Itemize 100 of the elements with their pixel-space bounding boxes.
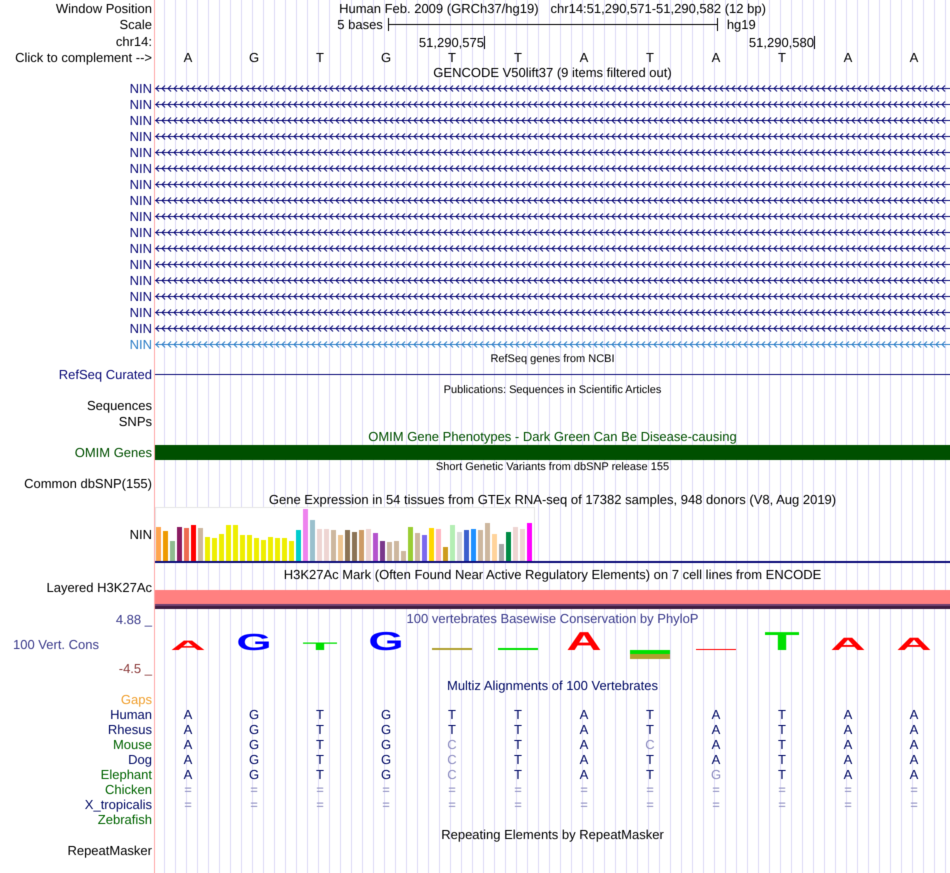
sequence-base[interactable]: A bbox=[712, 50, 720, 65]
aligned-base: = bbox=[712, 782, 720, 797]
aligned-base: = bbox=[844, 797, 852, 812]
aligned-base: A bbox=[910, 737, 918, 752]
track-label[interactable]: NIN bbox=[130, 208, 152, 224]
aligned-base: T bbox=[778, 737, 786, 752]
expression-bar bbox=[324, 529, 329, 561]
aligned-base: = bbox=[316, 797, 324, 812]
aligned-base: = bbox=[184, 797, 192, 812]
sequence-base[interactable]: A bbox=[910, 50, 918, 65]
track-label[interactable]: SNPs bbox=[118, 414, 152, 428]
axis-max-label: 4.88 _ bbox=[116, 612, 152, 627]
aligned-base: A bbox=[712, 737, 720, 752]
track-label[interactable]: NIN bbox=[130, 160, 152, 176]
aligned-base: A bbox=[910, 767, 918, 782]
sequence-base[interactable]: G bbox=[380, 50, 392, 65]
expression-bar bbox=[226, 525, 231, 561]
track-label[interactable]: OMIM Genes bbox=[74, 444, 152, 460]
track-label[interactable]: NIN bbox=[130, 526, 152, 542]
track-label[interactable]: Sequences bbox=[86, 398, 152, 413]
aligned-base: A bbox=[580, 752, 588, 767]
track-label[interactable]: NIN bbox=[130, 272, 152, 288]
sequence-base[interactable]: A bbox=[844, 50, 852, 65]
species-label[interactable]: Elephant bbox=[100, 767, 152, 782]
aligned-base: T bbox=[778, 722, 786, 737]
sequence-base[interactable]: T bbox=[646, 50, 654, 65]
expression-bar bbox=[408, 527, 413, 561]
track-label[interactable]: NIN bbox=[130, 336, 152, 352]
aligned-base: A bbox=[910, 722, 918, 737]
expression-bar bbox=[415, 533, 420, 561]
aligned-base: = bbox=[448, 797, 456, 812]
assembly-label: hg19 bbox=[726, 16, 756, 32]
expression-bar bbox=[247, 535, 252, 561]
aligned-base: A bbox=[184, 767, 192, 782]
aligned-base: T bbox=[646, 722, 654, 737]
aligned-base: G bbox=[248, 737, 260, 752]
aligned-base: T bbox=[448, 722, 456, 737]
aligned-base: T bbox=[514, 707, 522, 722]
track-title: RefSeq genes from NCBI bbox=[490, 352, 615, 366]
expression-bar bbox=[485, 523, 490, 561]
sequence-base[interactable]: T bbox=[514, 50, 522, 65]
track-label[interactable]: NIN bbox=[130, 128, 152, 144]
track-label[interactable]: NIN bbox=[130, 192, 152, 208]
aligned-base: T bbox=[778, 767, 786, 782]
aligned-base: T bbox=[646, 752, 654, 767]
species-label[interactable]: Mouse bbox=[112, 737, 152, 752]
aligned-base: G bbox=[380, 707, 392, 722]
expression-bar bbox=[219, 534, 224, 561]
expression-bar bbox=[184, 528, 189, 561]
sequence-base[interactable]: T bbox=[448, 50, 456, 65]
track-label[interactable]: RefSeq Curated bbox=[58, 366, 152, 382]
aligned-base: C bbox=[447, 737, 457, 752]
track-label[interactable]: NIN bbox=[130, 256, 152, 272]
track-label[interactable]: 100 Vert. Cons bbox=[0, 636, 99, 652]
aligned-base: A bbox=[580, 707, 588, 722]
aligned-base: = bbox=[448, 782, 456, 797]
aligned-base: = bbox=[646, 797, 654, 812]
track-label[interactable]: RepeatMasker bbox=[67, 842, 152, 858]
sequence-base[interactable]: A bbox=[184, 50, 192, 65]
ruler-tick bbox=[814, 36, 815, 49]
expression-bar bbox=[205, 537, 210, 561]
aligned-base: A bbox=[712, 707, 720, 722]
track-label[interactable]: NIN bbox=[130, 288, 152, 304]
sequence-base[interactable]: G bbox=[248, 50, 260, 65]
track-label[interactable]: NIN bbox=[130, 224, 152, 240]
species-label[interactable]: Rhesus bbox=[108, 722, 152, 737]
track-label[interactable]: Common dbSNP(155) bbox=[24, 476, 152, 491]
species-label[interactable]: Human bbox=[110, 707, 152, 722]
track-title: Multiz Alignments of 100 Vertebrates bbox=[446, 678, 658, 692]
sequence-base[interactable]: T bbox=[778, 50, 786, 65]
expression-bar bbox=[345, 530, 350, 561]
species-label[interactable]: Chicken bbox=[105, 782, 152, 797]
track-label[interactable]: NIN bbox=[130, 304, 152, 320]
track-label[interactable]: NIN bbox=[130, 96, 152, 112]
aligned-base: A bbox=[910, 752, 918, 767]
sequence-base[interactable]: T bbox=[316, 50, 324, 65]
aligned-base: = bbox=[778, 782, 786, 797]
species-label[interactable]: Dog bbox=[128, 752, 152, 767]
track-label[interactable]: Layered H3K27Ac bbox=[46, 580, 152, 595]
expression-bar bbox=[450, 525, 455, 561]
aligned-base: A bbox=[712, 722, 720, 737]
ruler-position: 51,290,580 bbox=[748, 35, 814, 50]
aligned-base: = bbox=[250, 782, 258, 797]
species-label[interactable]: X_tropicalis bbox=[84, 797, 152, 812]
track-label[interactable]: NIN bbox=[130, 80, 152, 96]
aligned-base: T bbox=[514, 737, 522, 752]
track-label[interactable]: NIN bbox=[130, 240, 152, 256]
position-range: chr14:51,290,571-51,290,582 (12 bp) bbox=[550, 0, 766, 16]
track-title: GENCODE V50lift37 (9 items filtered out) bbox=[433, 65, 672, 80]
expression-bar bbox=[478, 530, 483, 561]
expression-bar bbox=[352, 532, 357, 561]
species-label[interactable]: Zebrafish bbox=[98, 812, 152, 827]
aligned-base: G bbox=[248, 767, 260, 782]
track-label[interactable]: NIN bbox=[130, 176, 152, 192]
aligned-base: G bbox=[710, 767, 722, 782]
track-label[interactable]: NIN bbox=[130, 144, 152, 160]
aligned-base: = bbox=[580, 797, 588, 812]
track-label[interactable]: NIN bbox=[130, 320, 152, 336]
sequence-base[interactable]: A bbox=[580, 50, 588, 65]
track-label[interactable]: NIN bbox=[130, 112, 152, 128]
